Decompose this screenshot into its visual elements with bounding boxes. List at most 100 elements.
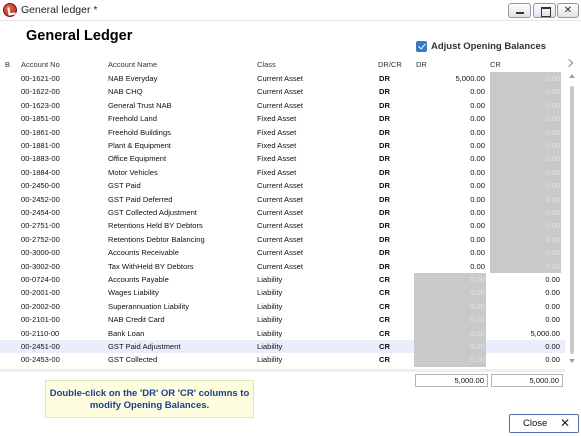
table-row[interactable]: 00-1884-00 Motor Vehicles Fixed Asset DR 0.0… [0,165,565,180]
dr-cell[interactable]: 0.00 [414,353,486,367]
cr-cell[interactable]: 0.00 [490,192,561,206]
vertical-scrollbar[interactable] [566,72,577,369]
dr-cell[interactable]: 0.00 [414,326,486,340]
table-row[interactable]: 00-2101-00 NAB Credit Card Liability CR 0.00… [0,313,565,327]
cr-cell[interactable]: 0.00 [490,300,561,313]
column-header-cr[interactable]: CR [490,60,501,69]
dr-cell[interactable]: 0.00 [414,340,486,354]
scroll-up-icon[interactable] [569,74,575,78]
table-row[interactable]: 00-2002-00 Superannuation Liability Liabil… [0,299,565,314]
table-row[interactable]: 00-2110-00 Bank Loan Liability CR 0.00 5,000.… [0,326,565,340]
maximize-icon[interactable] [533,3,556,18]
cr-cell[interactable]: 0.00 [490,340,561,353]
table-row[interactable]: 00-2001-00 Wages Liability Liability CR 0.00… [0,286,565,300]
table-row[interactable]: 00-2454-00 GST Collected Adjustment Curren… [0,206,565,220]
dr-cell[interactable]: 0.00 [414,246,486,259]
cr-cell[interactable]: 0.00 [490,286,561,299]
dr-cell[interactable]: 0.00 [414,233,486,246]
table-row[interactable]: 00-2451-00 GST Paid Adjustment Liability CR… [0,340,565,354]
table-row[interactable]: 00-2450-00 GST Paid Current Asset DR 0.00 0.0… [0,179,565,193]
class-cell: Current Asset [257,181,304,191]
cr-cell[interactable]: 0.00 [490,206,561,220]
drcr-cell: DR [379,154,390,164]
close-x-icon: ✕ [560,416,571,430]
table-row[interactable]: 00-3000-00 Accounts Receivable Current Ass… [0,246,565,260]
cr-cell[interactable]: 0.00 [490,139,561,153]
dr-cell[interactable]: 0.00 [414,166,486,179]
drcr-cell: DR [379,221,390,231]
column-header-account-name[interactable]: Account Name [108,60,157,69]
minimize-icon[interactable] [508,3,531,18]
dr-cell[interactable]: 0.00 [414,206,486,219]
cr-cell[interactable]: 0.00 [490,259,561,273]
column-header-dr[interactable]: DR [416,60,427,69]
close-button-label: Close [523,418,548,429]
table-row[interactable]: 00-2453-00 GST Collected Liability CR 0.00 0.… [0,353,565,367]
cr-cell[interactable]: 5,000.00 [490,327,561,340]
dr-cell[interactable]: 0.00 [414,219,486,232]
table-row[interactable]: 00-2752-00 Retentions Debtor Balancing Cur… [0,232,565,247]
dr-cell[interactable]: 0.00 [414,313,486,327]
scrollbar-thumb[interactable] [570,86,574,354]
table-row[interactable]: 00-3002-00 Tax WithHeld BY Debtors Current… [0,259,565,273]
table-row[interactable]: 00-1861-00 Freehold Buildings Fixed Asset D… [0,125,565,139]
drcr-cell: CR [379,315,390,325]
cr-cell[interactable]: 0.00 [490,219,561,233]
close-icon[interactable]: ✕ [557,3,579,18]
horizontal-scrollbar[interactable] [0,369,565,372]
dr-cell[interactable]: 0.00 [414,273,486,287]
table-row[interactable]: 00-1622-00 NAB CHQ Current Asset DR 0.00 0.00 [0,85,565,99]
account-name-cell: Bank Loan [108,328,145,338]
account-no-cell: 00-1851-00 [21,114,60,124]
dr-cell[interactable]: 0.00 [414,112,486,125]
dr-cell[interactable]: 0.00 [414,85,486,98]
cr-cell[interactable]: 0.00 [490,246,561,260]
table-row[interactable]: 00-2751-00 Retentions Held BY Debtors Curr… [0,219,565,233]
cr-cell[interactable]: 0.00 [490,125,561,139]
cr-cell[interactable]: 0.00 [490,85,561,99]
checkbox-checked-icon[interactable] [416,41,427,52]
account-no-cell: 00-2453-00 [21,355,60,365]
dr-cell[interactable]: 0.00 [414,260,486,273]
cr-cell[interactable]: 0.00 [490,313,561,326]
table-row[interactable]: 00-1623-00 General Trust NAB Current Asset… [0,98,565,113]
cr-cell[interactable]: 0.00 [490,179,561,193]
table-row[interactable]: 00-1621-00 NAB Everyday Current Asset DR 5,0… [0,72,565,86]
dr-cell[interactable]: 0.00 [414,193,486,206]
cr-cell[interactable]: 0.00 [490,165,561,180]
account-name-cell: NAB Credit Card [108,315,165,325]
dr-cell[interactable]: 0.00 [414,299,486,314]
table-row[interactable]: 00-1883-00 Office Equipment Fixed Asset DR 0… [0,152,565,166]
dr-cell[interactable]: 0.00 [414,126,486,139]
dr-cell[interactable]: 0.00 [414,152,486,165]
scroll-down-icon[interactable] [569,359,575,363]
column-header-class[interactable]: Class [257,60,276,69]
cr-cell[interactable]: 0.00 [490,273,561,286]
dr-cell[interactable]: 0.00 [414,179,486,192]
table-row[interactable]: 00-1851-00 Freehold Land Fixed Asset DR 0.00… [0,112,565,126]
cr-cell[interactable]: 0.00 [490,152,561,166]
table-row[interactable]: 00-2452-00 GST Paid Deferred Current Asset… [0,192,565,206]
class-cell: Liability [257,355,283,365]
cr-cell[interactable]: 0.00 [490,353,561,366]
account-no-cell: 00-1623-00 [21,100,60,110]
dr-cell[interactable]: 0.00 [414,99,486,112]
account-no-cell: 00-1622-00 [21,87,60,97]
close-button[interactable]: Close ✕ [509,414,579,433]
dr-cell[interactable]: 0.00 [414,139,486,152]
table-row[interactable]: 00-0724-00 Accounts Payable Liability CR 0.0… [0,273,565,287]
chevron-right-icon[interactable] [566,59,572,68]
cr-cell[interactable]: 0.00 [490,98,561,113]
drcr-cell: DR [379,100,390,110]
cr-cell[interactable]: 0.00 [490,112,561,126]
dr-cell[interactable]: 5,000.00 [414,72,486,85]
class-cell: Fixed Asset [257,154,297,164]
cr-cell[interactable]: 0.00 [490,72,561,86]
column-header-account-no[interactable]: Account No [21,60,60,69]
table-row[interactable]: 00-1881-00 Plant & Equipment Fixed Asset DR… [0,139,565,153]
adjust-opening-balances-toggle[interactable]: Adjust Opening Balances [416,40,546,53]
column-header-b[interactable]: B [5,60,10,69]
cr-cell[interactable]: 0.00 [490,232,561,247]
column-header-drcr[interactable]: DR/CR [378,60,402,69]
dr-cell[interactable]: 0.00 [414,286,486,300]
